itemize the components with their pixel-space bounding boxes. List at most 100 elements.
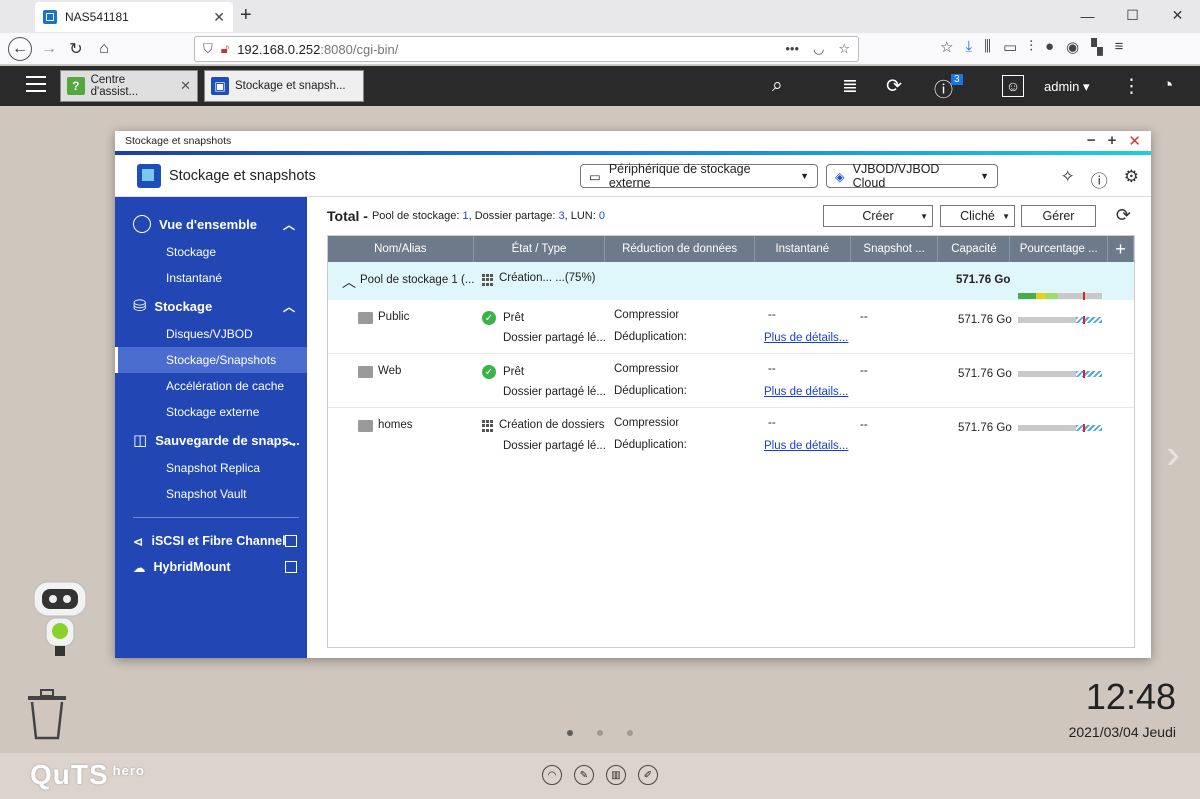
shield-icon[interactable]: ⛉ [203,41,213,57]
sidebar-item-overview-storage[interactable]: Stockage [115,239,307,265]
window-controls: — ☐ ✕ [1065,0,1200,31]
sidebar-item-cache[interactable]: Accélération de cache [115,373,307,399]
nas-tab-help-center[interactable]: ? Centre d'assist... ✕ [60,70,198,102]
search-icon[interactable]: ⌕ [772,75,783,97]
background-tasks-icon[interactable]: ≣ [842,75,858,98]
snapshot-value: -- [768,363,776,375]
table-row[interactable]: Public ✓ Prêt Dossier partagé lé... Comp… [328,300,1134,354]
forward-button[interactable]: → [37,37,61,61]
pool-status: Création... ...(75%) [499,272,596,284]
col-status[interactable]: État / Type [474,236,606,262]
insecure-lock-icon[interactable]: 🔓︎ [221,41,229,57]
extension-icon[interactable]: ▚ [1091,38,1103,56]
maximize-window-button[interactable]: + [1108,132,1117,150]
maximize-button[interactable]: ☐ [1110,0,1155,31]
main-menu-icon[interactable] [26,76,46,92]
next-page-arrow-icon[interactable]: › [1166,430,1180,478]
tools-wand-icon[interactable]: ✧ [1061,167,1075,192]
tools-icon[interactable]: ✎ [574,765,594,785]
sidebar-link-hybridmount[interactable]: ☁ HybridMount [115,554,307,580]
more-details-link[interactable]: Plus de détails... [764,332,848,344]
user-avatar-icon[interactable]: ☺ [1002,75,1024,97]
folder-icon [358,420,373,432]
create-button[interactable]: Créer ▼ [823,205,933,227]
settings-gear-icon[interactable]: ⚙ [1124,167,1139,192]
reload-button[interactable]: ↻ [64,37,88,61]
browser-tab[interactable]: NAS541181 ✕ [35,2,233,32]
col-percentage[interactable]: Pourcentage ... [1010,236,1109,262]
help-icon[interactable]: ⓘ [1091,167,1108,192]
vjbod-dropdown[interactable]: ◈ VJBOD/VJBOD Cloud ▼ [826,162,998,190]
more-options-icon[interactable]: ⋮ [1122,75,1141,98]
close-icon[interactable]: ✕ [180,78,191,94]
sidebar-group-storage[interactable]: ⛁ Stockage ︿ [115,291,307,321]
notes-icon[interactable]: ✐ [638,765,658,785]
col-snapshot2[interactable]: Snapshot ... [851,236,939,262]
external-storage-dropdown[interactable]: ▭ Périphérique de stockage externe ▼ [580,162,818,190]
table-row-pool[interactable]: ︿ Pool de stockage 1 (... Création... ..… [328,262,1134,300]
dashboard-gauge-icon[interactable]: ◔ [1162,75,1173,97]
add-column-icon[interactable]: + [1108,236,1134,262]
col-reduction[interactable]: Réduction de données [605,236,755,262]
page-actions-icon[interactable]: ••• [785,41,799,57]
url-host: 192.168.0.252 [237,41,321,57]
user-menu[interactable]: admin ▾ [1044,79,1090,95]
minimize-window-button[interactable]: − [1087,132,1096,150]
download-icon[interactable]: ⤓ [965,38,972,56]
helpdesk-robot-icon[interactable] [22,576,98,660]
extension-icon[interactable]: ◉ [1066,38,1079,56]
page-dot[interactable] [567,730,573,736]
snapshot-button[interactable]: Cliché ▼ [940,205,1015,227]
sidebar-item-vault[interactable]: Snapshot Vault [115,481,307,507]
cloud-icon: ☁ [133,560,146,575]
page-dot[interactable] [597,730,603,736]
close-tab-icon[interactable]: ✕ [213,9,225,26]
sidebar-item-storage-snapshots[interactable]: Stockage/Snapshots [115,347,307,373]
sidebar-item-external[interactable]: Stockage externe [115,399,307,425]
nas-tab-storage[interactable]: ▣ Stockage et snapsh... [204,70,364,102]
url-bar[interactable]: ⛉ 🔓︎ 192.168.0.252 :8080/cgi-bin/ ••• ◡ … [194,36,859,62]
home-button[interactable]: ⌂ [92,37,116,61]
apps-icon[interactable]: ▥ [606,765,626,785]
col-capacity[interactable]: Capacité [938,236,1011,262]
page-dot[interactable] [627,730,633,736]
sidebar-link-iscsi[interactable]: ⊲ iSCSI et Fibre Channel [115,528,307,554]
library-icon[interactable]: ⫼ [984,38,991,56]
new-tab-button[interactable]: + [240,4,252,27]
bookmark-star-icon[interactable]: ☆ [940,38,953,56]
close-window-button[interactable]: ✕ [1155,0,1200,31]
extension-icon[interactable]: ⫶ [1029,38,1033,56]
table-row[interactable]: homes Création de dossiers Dossier parta… [328,408,1134,462]
sidebar-group-backup[interactable]: ◫ Sauvegarde de snaps... ︿ [115,425,307,455]
helpdesk-icon[interactable]: ◠ [542,765,562,785]
sync-icon[interactable]: ⟳ [886,75,902,98]
back-button[interactable]: ← [8,37,32,61]
minimize-button[interactable]: — [1065,0,1110,31]
menu-icon[interactable]: ≡ [1115,38,1124,56]
manage-button[interactable]: Gérer [1021,205,1096,227]
sidebar-icon[interactable]: ▭ [1003,38,1017,56]
pocket-icon[interactable]: ◡ [813,41,824,57]
refresh-icon[interactable]: ⟳ [1116,205,1131,226]
table-row[interactable]: Web ✓ Prêt Dossier partagé lé... Compres… [328,354,1134,408]
compression-label: Compression: [614,363,685,375]
more-details-link[interactable]: Plus de détails... [764,386,848,398]
sidebar-group-overview[interactable]: Vue d'ensemble ︿ [115,209,307,239]
external-storage-label: Périphérique de stockage externe [608,162,751,190]
chevron-up-icon[interactable]: ︿ [342,272,356,292]
ready-check-icon: ✓ [482,311,496,325]
sidebar-divider [133,517,299,518]
sidebar-item-disks[interactable]: Disques/VJBOD [115,321,307,347]
close-window-button[interactable]: ✕ [1128,132,1141,150]
col-snapshot[interactable]: Instantané [755,236,851,262]
trash-icon[interactable] [26,688,68,740]
share-usage-bar [1018,424,1102,432]
sidebar-item-overview-snapshot[interactable]: Instantané [115,265,307,291]
more-details-link[interactable]: Plus de détails... [764,440,848,452]
col-name[interactable]: Nom/Alias [328,236,474,262]
bookmark-star-icon[interactable]: ☆ [838,41,850,57]
sidebar-item-replica[interactable]: Snapshot Replica [115,455,307,481]
nas-tab-label: Stockage et snapsh... [235,80,346,92]
extension-icon[interactable]: ● [1045,38,1054,56]
iscsi-icon: ⊲ [133,534,144,549]
